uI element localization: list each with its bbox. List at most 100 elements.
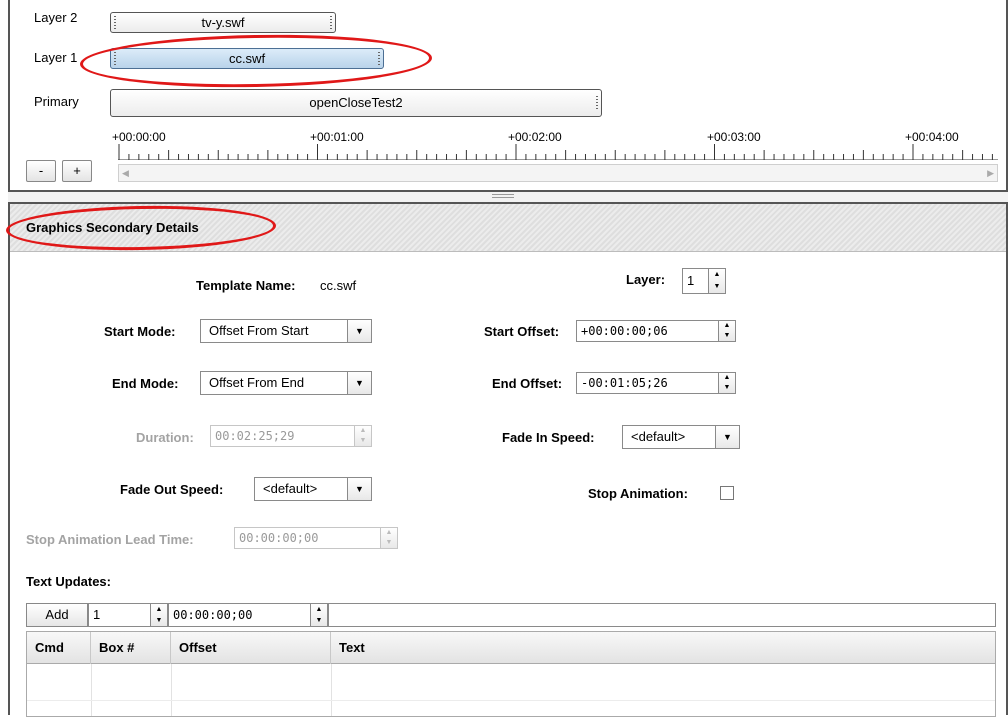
- clip-label: tv-y.swf: [201, 15, 245, 30]
- fade-in-speed-label: Fade In Speed:: [502, 430, 595, 445]
- stepper-buttons[interactable]: ▲ ▼: [718, 373, 735, 393]
- text-updates-label: Text Updates:: [26, 574, 111, 589]
- timeline-panel: Layer 2 tv-y.swf Layer 1 cc.swf Primary …: [8, 0, 1008, 192]
- update-text-input[interactable]: [328, 603, 996, 627]
- details-panel: Graphics Secondary Details Template Name…: [8, 202, 1008, 717]
- clip-label: cc.swf: [228, 51, 266, 66]
- fade-out-speed-select[interactable]: <default> ▼: [254, 477, 372, 501]
- template-name-label: Template Name:: [196, 278, 296, 293]
- duration-label: Duration:: [136, 430, 194, 445]
- start-mode-value: Offset From Start: [209, 323, 309, 338]
- text-updates-table: Cmd Box # Offset Text: [26, 631, 996, 717]
- clip-grip[interactable]: [330, 16, 332, 29]
- layer-label: Layer:: [626, 272, 666, 287]
- column-header-text[interactable]: Text: [331, 632, 995, 664]
- ruler-tick-label: +00:00:00: [112, 130, 166, 144]
- scroll-right-icon[interactable]: ▶: [987, 168, 994, 179]
- stepper-buttons[interactable]: ▲ ▼: [150, 604, 167, 626]
- stepper-buttons: ▲ ▼: [380, 528, 397, 548]
- spin-up-icon[interactable]: ▲: [151, 604, 167, 615]
- stepper-buttons[interactable]: ▲ ▼: [310, 604, 327, 626]
- spin-down-icon[interactable]: ▼: [719, 331, 735, 341]
- stepper-buttons: ▲ ▼: [354, 426, 371, 446]
- zoom-in-button[interactable]: +: [62, 160, 92, 182]
- spin-up-icon[interactable]: ▲: [719, 373, 735, 383]
- column-divider: [331, 664, 332, 716]
- fade-out-speed-value: <default>: [263, 481, 318, 496]
- start-offset-label: Start Offset:: [484, 324, 560, 339]
- stop-lead-time-value: 00:00:00;00: [239, 531, 319, 545]
- primary-label: Primary: [34, 94, 79, 109]
- scroll-left-icon[interactable]: ◀: [122, 168, 129, 179]
- end-offset-label: End Offset:: [492, 376, 563, 391]
- fade-in-speed-value: <default>: [631, 429, 686, 444]
- column-header-cmd[interactable]: Cmd: [27, 632, 91, 664]
- stop-lead-time-label: Stop Animation Lead Time:: [26, 532, 194, 547]
- start-offset-field[interactable]: +00:00:00;06 ▲ ▼: [576, 320, 736, 342]
- spin-up-icon: ▲: [385, 529, 393, 536]
- fade-out-speed-label: Fade Out Speed:: [120, 482, 224, 497]
- fade-in-speed-select[interactable]: <default> ▼: [622, 425, 740, 449]
- box-number-stepper[interactable]: 1 ▲ ▼: [88, 603, 168, 627]
- details-header: Graphics Secondary Details: [10, 204, 1006, 252]
- column-header-offset[interactable]: Offset: [171, 632, 331, 664]
- details-title: Graphics Secondary Details: [26, 220, 199, 235]
- stepper-buttons[interactable]: ▲ ▼: [708, 269, 725, 293]
- chevron-down-icon[interactable]: ▼: [347, 320, 371, 342]
- end-offset-field[interactable]: -00:01:05;26 ▲ ▼: [576, 372, 736, 394]
- end-mode-label: End Mode:: [112, 376, 179, 391]
- end-mode-select[interactable]: Offset From End ▼: [200, 371, 372, 395]
- spin-up-icon: ▲: [359, 427, 367, 434]
- update-offset-value[interactable]: 00:00:00;00: [173, 604, 252, 626]
- layer-value: 1: [687, 273, 695, 288]
- clip-grip[interactable]: [378, 52, 380, 65]
- add-button[interactable]: Add: [26, 603, 88, 627]
- ruler-tick-label: +00:01:00: [310, 130, 364, 144]
- clip-grip[interactable]: [596, 96, 598, 109]
- stop-animation-checkbox[interactable]: [720, 486, 734, 500]
- end-offset-value[interactable]: -00:01:05;26: [581, 373, 668, 393]
- layer-1-label: Layer 1: [34, 50, 78, 65]
- spin-down-icon[interactable]: ▼: [709, 281, 725, 293]
- end-mode-value: Offset From End: [209, 375, 305, 390]
- stepper-buttons[interactable]: ▲ ▼: [718, 321, 735, 341]
- spin-down-icon[interactable]: ▼: [311, 615, 327, 626]
- clip-label: openCloseTest2: [309, 95, 403, 110]
- chevron-down-icon[interactable]: ▼: [347, 478, 371, 500]
- spin-down-icon[interactable]: ▼: [151, 615, 167, 626]
- column-divider: [171, 664, 172, 716]
- column-header-box[interactable]: Box #: [91, 632, 171, 664]
- start-offset-value[interactable]: +00:00:00;06: [581, 321, 668, 341]
- table-header: Cmd Box # Offset Text: [27, 632, 995, 664]
- column-divider: [91, 664, 92, 716]
- spin-up-icon[interactable]: ▲: [709, 269, 725, 281]
- spin-up-icon[interactable]: ▲: [311, 604, 327, 615]
- clip-open-close-test[interactable]: openCloseTest2: [110, 89, 602, 117]
- chevron-down-icon[interactable]: ▼: [715, 426, 739, 448]
- ruler-tick-label: +00:04:00: [905, 130, 959, 144]
- start-mode-select[interactable]: Offset From Start ▼: [200, 319, 372, 343]
- box-number-value[interactable]: 1: [93, 604, 100, 626]
- stop-animation-label: Stop Animation:: [588, 486, 688, 501]
- layer-stepper[interactable]: 1 ▲ ▼: [682, 268, 726, 294]
- spin-down-icon: ▼: [359, 437, 367, 444]
- row-divider: [27, 700, 995, 701]
- splitter-grip-icon[interactable]: [492, 194, 514, 198]
- time-ruler[interactable]: [118, 144, 998, 160]
- clip-cc[interactable]: cc.swf: [110, 48, 384, 69]
- panel-splitter[interactable]: [8, 192, 1008, 202]
- template-name-value: cc.swf: [320, 278, 357, 293]
- zoom-out-button[interactable]: -: [26, 160, 56, 182]
- clip-grip[interactable]: [114, 16, 116, 29]
- spin-down-icon: ▼: [385, 539, 393, 546]
- update-offset-field[interactable]: 00:00:00;00 ▲ ▼: [168, 603, 328, 627]
- spin-up-icon[interactable]: ▲: [719, 321, 735, 331]
- clip-grip[interactable]: [114, 52, 116, 65]
- duration-field: 00:02:25;29 ▲ ▼: [210, 425, 372, 447]
- ruler-tick-label: +00:02:00: [508, 130, 562, 144]
- layer-2-label: Layer 2: [34, 10, 78, 25]
- spin-down-icon[interactable]: ▼: [719, 383, 735, 393]
- chevron-down-icon[interactable]: ▼: [347, 372, 371, 394]
- timeline-scrollbar[interactable]: ◀ ▶: [118, 164, 998, 182]
- clip-tv-y[interactable]: tv-y.swf: [110, 12, 336, 33]
